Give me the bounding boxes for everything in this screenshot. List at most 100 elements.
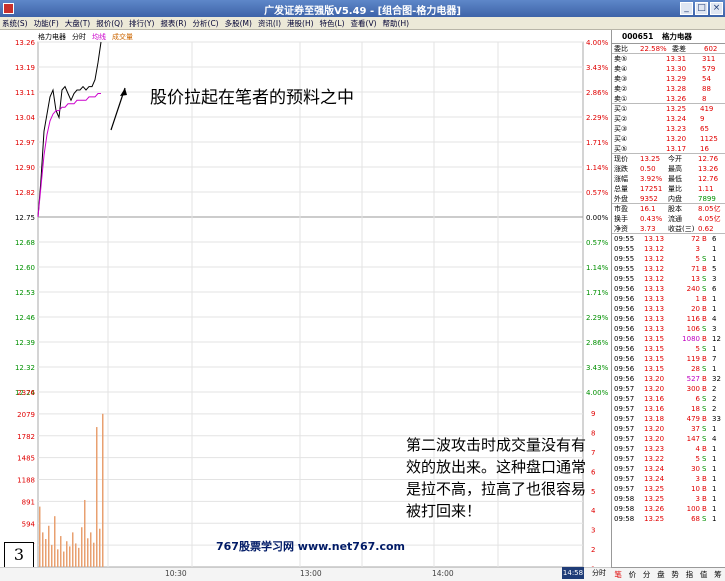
tick-side: B bbox=[702, 305, 707, 313]
quote-row: 09:58 13.25 68 S 1 bbox=[612, 514, 725, 524]
quote-row: 09:57 13.16 18 S 2 bbox=[612, 404, 725, 414]
minimize-icon[interactable]: _ bbox=[680, 2, 693, 15]
quote-row: 涨幅 3.92% 最低 12.76 bbox=[612, 174, 725, 184]
tick-volume: 106 bbox=[686, 325, 700, 333]
price-tick-label: 13.19 bbox=[15, 64, 35, 72]
volume-bar bbox=[90, 532, 92, 567]
bid-volume: 16 bbox=[700, 145, 709, 153]
menu-item[interactable]: 资讯(I) bbox=[258, 18, 281, 29]
maximize-icon[interactable]: □ bbox=[695, 2, 708, 15]
tick-count: 1 bbox=[712, 495, 717, 503]
tick-side: B bbox=[702, 235, 707, 243]
tick-side: S bbox=[702, 465, 707, 473]
menu-item[interactable]: 大盘(T) bbox=[65, 18, 90, 29]
menu-item[interactable]: 功能(F) bbox=[34, 18, 59, 29]
stat-label: 现价 bbox=[614, 155, 628, 163]
quote-tab[interactable]: 势 bbox=[671, 569, 679, 580]
tick-count: 2 bbox=[712, 385, 717, 393]
ask-volume: 88 bbox=[702, 85, 711, 93]
ask-price: 13.30 bbox=[666, 65, 687, 73]
stat-label: 今开 bbox=[668, 155, 682, 163]
volume-bar bbox=[60, 536, 62, 567]
quote-row: 买① 13.25 419 bbox=[612, 104, 725, 114]
stat-value: 7899 bbox=[698, 195, 716, 203]
tick-price: 13.25 bbox=[644, 515, 665, 523]
quote-row: 总量 17251 量比 1.11 bbox=[612, 184, 725, 194]
volume-bar bbox=[84, 499, 86, 567]
stat-label: 量比 bbox=[668, 185, 682, 193]
tick-price: 13.15 bbox=[644, 365, 665, 373]
bid-label: 买⑤ bbox=[614, 145, 628, 153]
stat-value: 13.25 bbox=[640, 155, 661, 163]
tick-volume: 71 bbox=[691, 265, 700, 273]
tick-volume: 5 bbox=[695, 345, 700, 353]
volume-bar bbox=[45, 539, 47, 567]
quote-tab[interactable]: 价 bbox=[629, 569, 637, 580]
menu-item[interactable]: 帮助(H) bbox=[383, 18, 410, 29]
menu-item[interactable]: 查看(V) bbox=[351, 18, 377, 29]
avg-line-legend: 均线 bbox=[92, 33, 106, 41]
pct-tick-label: 0.57% bbox=[586, 189, 609, 197]
price-tick-label: 12.39 bbox=[15, 339, 35, 347]
menu-item[interactable]: 多股(M) bbox=[225, 18, 252, 29]
quote-row: 09:56 13.15 28 S 1 bbox=[612, 364, 725, 374]
menu-item[interactable]: 报价(Q) bbox=[96, 18, 123, 29]
quote-tab[interactable]: 盘 bbox=[657, 569, 665, 580]
tick-side: B bbox=[702, 485, 707, 493]
ask-label: 卖② bbox=[614, 85, 628, 93]
tick-side: B bbox=[702, 295, 707, 303]
volume-tick-label: 594 bbox=[22, 520, 36, 528]
volume-tick-label: 891 bbox=[22, 498, 35, 506]
quote-tabs: 笔价分盘势指值筹 bbox=[611, 567, 725, 581]
tab-intraday[interactable]: 分时 bbox=[72, 32, 86, 42]
price-tick-label: 12.68 bbox=[15, 239, 35, 247]
quote-tab[interactable]: 笔 bbox=[614, 569, 622, 580]
tick-time: 09:56 bbox=[614, 345, 635, 353]
menu-item[interactable]: 特色(L) bbox=[320, 18, 345, 29]
menu-item[interactable]: 港股(H) bbox=[287, 18, 314, 29]
tick-time: 09:57 bbox=[614, 445, 635, 453]
menu-item[interactable]: 排行(Y) bbox=[129, 18, 154, 29]
close-icon[interactable]: × bbox=[710, 2, 723, 15]
quote-row: 09:56 13.15 119 B 7 bbox=[612, 354, 725, 364]
stock-code: 000651 bbox=[622, 32, 654, 41]
volume-bar bbox=[48, 525, 50, 567]
quote-tab[interactable]: 指 bbox=[686, 569, 694, 580]
quote-row: 09:56 13.13 20 B 1 bbox=[612, 304, 725, 314]
tick-time: 09:55 bbox=[614, 255, 635, 263]
stat-label: 市盈 bbox=[614, 205, 628, 213]
volume-right-label: 6 bbox=[591, 468, 596, 476]
tick-price: 13.15 bbox=[644, 335, 665, 343]
tick-volume: 3 bbox=[695, 245, 700, 253]
tick-price: 13.24 bbox=[644, 465, 665, 473]
quote-tab[interactable]: 分 bbox=[643, 569, 651, 580]
tick-side: B bbox=[702, 315, 707, 323]
volume-tick-label: 1188 bbox=[17, 477, 35, 485]
menu-item[interactable]: 分析(C) bbox=[193, 18, 219, 29]
tick-price: 13.16 bbox=[644, 395, 665, 403]
tick-side: B bbox=[702, 355, 707, 363]
price-tick-label: 12.97 bbox=[15, 139, 35, 147]
stat-label: 内盘 bbox=[668, 195, 682, 203]
tick-count: 1 bbox=[712, 255, 717, 263]
tick-volume: 300 bbox=[686, 385, 700, 393]
volume-bar bbox=[81, 527, 83, 567]
annotation-volume: 第二波攻击时成交量没有有效的放出来。这种盘口通常是拉不高，拉高了也很容易被打回来… bbox=[406, 436, 587, 520]
app-window: 广发证券至强版V5.49 - [组合图-格力电器] _ □ × 系统(S) 功能(… bbox=[0, 0, 725, 581]
status-tab[interactable]: 分时 bbox=[592, 568, 606, 578]
bid-volume: 65 bbox=[700, 125, 709, 133]
menu-item[interactable]: 系统(S) bbox=[2, 18, 28, 29]
quote-row: 外盘 9352 内盘 7899 bbox=[612, 194, 725, 204]
volume-tick-label: 2376 bbox=[17, 389, 35, 397]
tick-volume: 116 bbox=[686, 315, 700, 323]
stat-value: 12.76 bbox=[698, 155, 719, 163]
pct-tick-label: 4.00% bbox=[586, 39, 609, 47]
menu-item[interactable]: 报表(R) bbox=[160, 18, 186, 29]
volume-right-label: 3 bbox=[591, 527, 595, 535]
stat-value: 3.92% bbox=[640, 175, 663, 183]
tick-count: 1 bbox=[712, 245, 717, 253]
quote-tab[interactable]: 筹 bbox=[714, 569, 722, 580]
quote-tab[interactable]: 值 bbox=[700, 569, 708, 580]
tick-side: S bbox=[702, 455, 707, 463]
tick-price: 13.20 bbox=[644, 435, 665, 443]
